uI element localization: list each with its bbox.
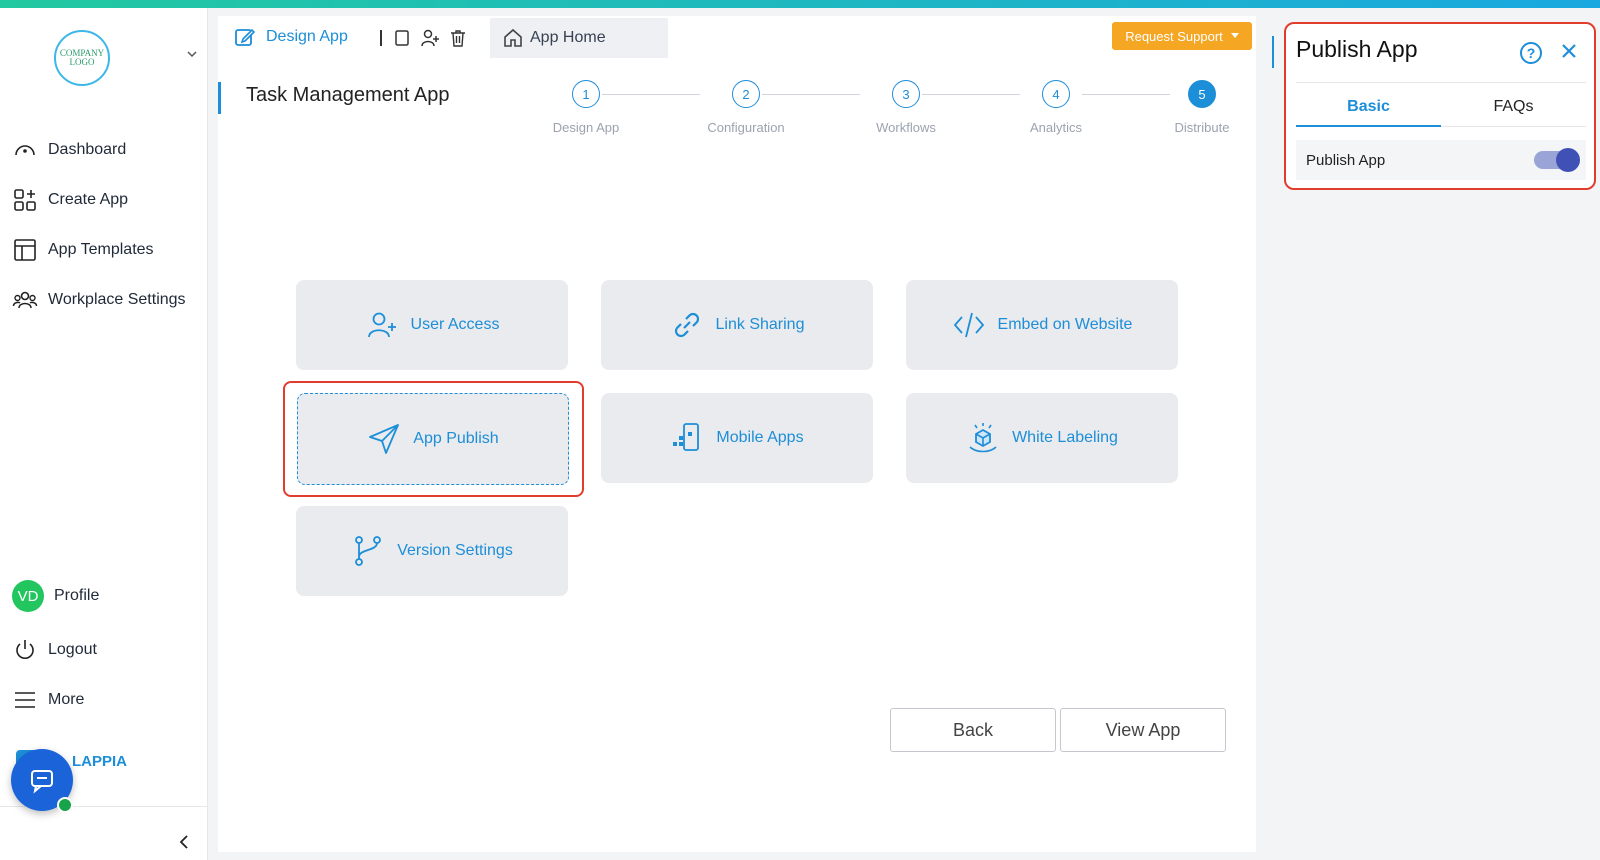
step-design-app[interactable]: 1 Design App <box>526 80 646 135</box>
panel-divider <box>1296 82 1586 83</box>
title-accent <box>218 82 221 114</box>
card-label: Mobile Apps <box>716 429 804 446</box>
step-number: 2 <box>732 80 760 108</box>
panel-edge-accent <box>1272 36 1274 68</box>
chat-icon <box>31 770 53 794</box>
templates-icon <box>14 239 36 261</box>
request-support-label: Request Support <box>1125 28 1223 44</box>
step-label: Configuration <box>707 120 785 135</box>
brand-name: LAPPIA <box>72 752 128 770</box>
mobile-apps-card[interactable]: Mobile Apps <box>601 393 873 483</box>
step-distribute[interactable]: 5 Distribute <box>1142 80 1262 135</box>
step-number: 5 <box>1188 80 1216 108</box>
card-label: White Labeling <box>1012 429 1118 446</box>
sidebar-item-app-templates[interactable]: App Templates <box>12 236 154 264</box>
sidebar-item-label: Dashboard <box>48 141 127 158</box>
app-publish-card[interactable]: App Publish <box>297 393 569 485</box>
sidebar-item-label: Workplace Settings <box>48 291 186 308</box>
card-label: Embed on Website <box>997 316 1133 333</box>
version-settings-card[interactable]: Version Settings <box>296 506 568 596</box>
tab-label: Design App <box>266 28 348 45</box>
publish-app-row: Publish App <box>1296 140 1586 180</box>
sidebar-item-profile[interactable]: VD Profile <box>12 580 100 612</box>
sidebar-item-label: Profile <box>54 587 100 604</box>
link-icon <box>674 312 699 338</box>
tab-baseline <box>1441 126 1586 127</box>
sidebar-item-label: App Templates <box>48 241 154 258</box>
card-label: Version Settings <box>397 542 513 559</box>
user-plus-icon <box>367 312 396 338</box>
edit-icon <box>235 28 256 46</box>
git-branch-icon <box>355 536 382 566</box>
publish-app-label: Publish App <box>1306 151 1386 169</box>
card-label: Link Sharing <box>715 316 805 333</box>
sidebar-item-label: Create App <box>48 191 129 208</box>
user-access-card[interactable]: User Access <box>296 280 568 370</box>
stepper: 1 Design App 2 Configuration 3 Workflows… <box>540 80 1240 140</box>
step-configuration[interactable]: 2 Configuration <box>686 80 806 135</box>
online-status-dot <box>57 797 73 813</box>
view-app-button[interactable]: View App <box>1060 708 1226 752</box>
sidebar-item-label: Logout <box>48 641 97 658</box>
white-labeling-card[interactable]: White Labeling <box>906 393 1178 483</box>
step-label: Analytics <box>1029 120 1083 135</box>
mobile-apps-icon <box>673 423 700 451</box>
sidebar-item-workplace-settings[interactable]: Workplace Settings <box>12 286 186 314</box>
sidebar-item-more[interactable]: More <box>12 686 84 714</box>
logo-text: COMPANY LOGO <box>59 48 105 67</box>
app-actions <box>392 28 468 48</box>
publish-app-panel: Publish App ? Basic FAQs Publish App <box>1284 22 1596 190</box>
card-label: App Publish <box>413 430 499 447</box>
panel-title: Publish App <box>1296 36 1418 62</box>
link-sharing-card[interactable]: Link Sharing <box>601 280 873 370</box>
step-label: Distribute <box>1174 120 1230 135</box>
step-label: Design App <box>552 120 620 135</box>
card-label: User Access <box>410 316 500 333</box>
help-icon[interactable]: ? <box>1520 42 1542 64</box>
caret-down-icon <box>1230 33 1239 38</box>
close-icon[interactable] <box>1558 40 1580 62</box>
white-label-box-icon <box>969 423 997 453</box>
users-group-icon <box>12 291 38 309</box>
request-support-button[interactable]: Request Support <box>1112 22 1252 50</box>
send-icon <box>369 424 400 454</box>
back-button[interactable]: Back <box>890 708 1056 752</box>
menu-icon <box>15 692 35 708</box>
sidebar-item-dashboard[interactable]: Dashboard <box>12 136 126 164</box>
sidebar-item-label: More <box>48 691 85 708</box>
company-logo[interactable]: COMPANY LOGO <box>54 30 110 86</box>
code-icon <box>953 312 984 338</box>
sidebar-item-logout[interactable]: Logout <box>12 636 97 664</box>
page-title: Task Management App <box>246 84 450 106</box>
step-label: Workflows <box>876 120 936 135</box>
step-number: 4 <box>1042 80 1070 108</box>
step-workflows[interactable]: 3 Workflows <box>846 80 966 135</box>
top-accent-bar <box>0 0 1600 8</box>
active-tab-indicator <box>1296 125 1441 127</box>
create-app-icon <box>14 189 36 211</box>
avatar: VD <box>12 580 44 612</box>
tab-label: App Home <box>530 29 606 46</box>
embed-website-card[interactable]: Embed on Website <box>906 280 1178 370</box>
power-icon <box>16 640 34 659</box>
tab-design-app[interactable]: Design App <box>234 26 348 48</box>
sidebar-item-create-app[interactable]: Create App <box>12 186 128 214</box>
trash-icon[interactable] <box>448 28 468 48</box>
step-number: 1 <box>572 80 600 108</box>
tab-faqs[interactable]: FAQs <box>1441 98 1586 116</box>
add-user-icon[interactable] <box>420 28 440 48</box>
step-analytics[interactable]: 4 Analytics <box>996 80 1116 135</box>
step-number: 3 <box>892 80 920 108</box>
copy-icon[interactable] <box>392 28 412 48</box>
publish-app-toggle[interactable] <box>1534 148 1580 172</box>
tab-separator <box>380 30 382 46</box>
sidebar: COMPANY LOGO Dashboard Create App App Te… <box>0 8 208 860</box>
home-icon <box>504 28 522 47</box>
chevron-left-icon[interactable] <box>176 834 192 850</box>
dashboard-icon <box>15 145 35 156</box>
toggle-knob <box>1556 148 1580 172</box>
tab-basic[interactable]: Basic <box>1296 98 1441 116</box>
chevron-down-icon[interactable] <box>186 48 198 60</box>
tab-app-home[interactable]: App Home <box>490 18 668 58</box>
